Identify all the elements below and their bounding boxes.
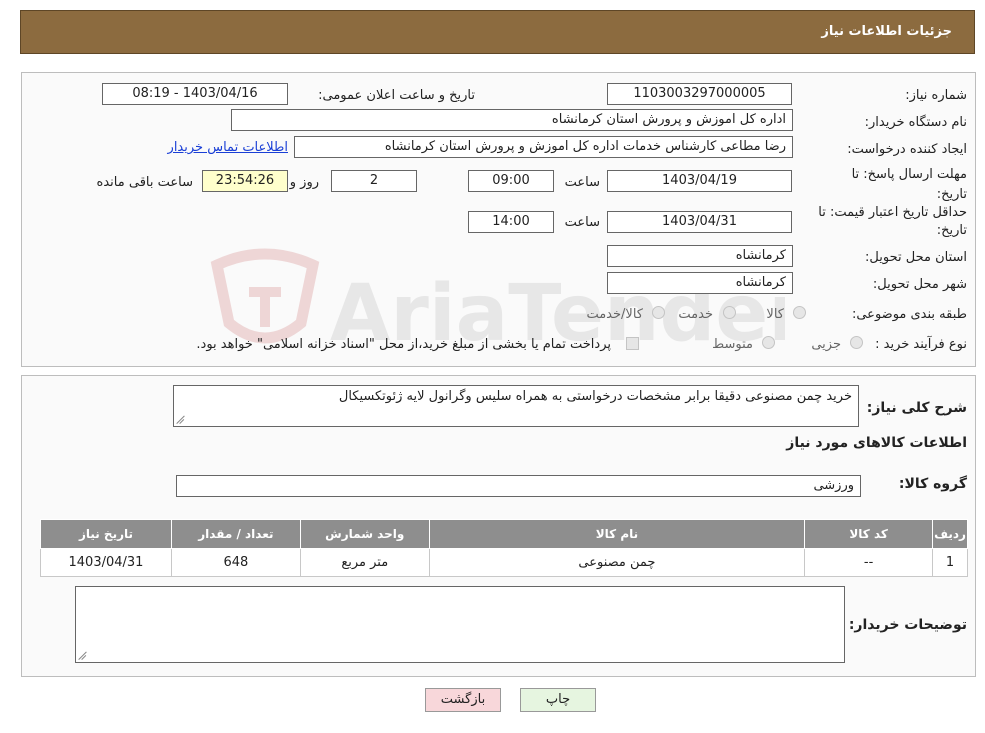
category-radio-goods[interactable] bbox=[793, 306, 806, 319]
need-number-label: شماره نیاز: bbox=[905, 88, 967, 103]
goods-group-field: ورزشی bbox=[176, 475, 861, 497]
table-row: 1 -- چمن مصنوعی متر مربع 648 1403/04/31 bbox=[40, 548, 968, 577]
announce-datetime-field: 1403/04/16 - 08:19 bbox=[102, 83, 288, 105]
treasury-payment-checkbox[interactable] bbox=[626, 337, 639, 350]
deadline-time-field: 09:00 bbox=[468, 170, 554, 192]
category-label: طبقه بندی موضوعی: bbox=[851, 307, 967, 322]
province-label: استان محل تحویل: bbox=[865, 250, 967, 265]
goods-group-label: گروه کالا: bbox=[898, 476, 967, 492]
cell-quantity: 648 bbox=[170, 548, 301, 577]
cell-unit: متر مربع bbox=[299, 548, 430, 577]
deadline-label: مهلت ارسال پاسخ: تا تاریخ: bbox=[851, 167, 967, 202]
col-code-header: کد کالا bbox=[804, 519, 934, 549]
page-header: جزئیات اطلاعات نیاز bbox=[20, 10, 975, 54]
goods-table: ردیف کد کالا نام کالا واحد شمارش تعداد /… bbox=[40, 519, 968, 577]
resize-handle-icon[interactable] bbox=[177, 415, 186, 424]
description-textarea[interactable]: خرید چمن مصنوعی دقیقا برابر مشخصات درخوا… bbox=[173, 385, 859, 427]
validity-date-field: 1403/04/31 bbox=[607, 211, 792, 233]
requester-label: ایجاد کننده درخواست: bbox=[847, 142, 967, 157]
city-label: شهر محل تحویل: bbox=[872, 277, 967, 292]
category-radio-goods-service[interactable] bbox=[652, 306, 665, 319]
treasury-payment-note: پرداخت تمام یا بخشی از مبلغ خرید،از محل … bbox=[196, 337, 611, 352]
back-button[interactable]: بازگشت bbox=[425, 688, 501, 712]
page-title: جزئیات اطلاعات نیاز bbox=[821, 24, 952, 39]
process-radio-medium[interactable] bbox=[762, 336, 775, 349]
process-type-label: نوع فرآیند خرید : bbox=[875, 337, 967, 352]
need-number-field: 1103003297000005 bbox=[607, 83, 792, 105]
resize-handle-icon[interactable] bbox=[79, 651, 88, 660]
goods-info-title: اطلاعات کالاهای مورد نیاز bbox=[786, 435, 967, 451]
buyer-org-label: نام دستگاه خریدار: bbox=[864, 115, 967, 130]
buyer-notes-label: توضیحات خریدار: bbox=[848, 617, 967, 633]
cell-row: 1 bbox=[932, 548, 968, 577]
goods-table-header: ردیف کد کالا نام کالا واحد شمارش تعداد /… bbox=[40, 519, 968, 549]
remaining-time-field: 23:54:26 bbox=[202, 170, 288, 192]
category-option-service: خدمت bbox=[678, 307, 713, 322]
buyer-contact-link[interactable]: اطلاعات تماس خریدار bbox=[168, 140, 288, 155]
col-name-header: نام کالا bbox=[428, 519, 806, 549]
province-field: کرمانشاه bbox=[607, 245, 793, 267]
description-text: خرید چمن مصنوعی دقیقا برابر مشخصات درخوا… bbox=[338, 389, 852, 404]
validity-time-label: ساعت bbox=[564, 215, 600, 230]
col-row-header: ردیف bbox=[932, 519, 968, 549]
days-field: 2 bbox=[331, 170, 417, 192]
category-radio-service[interactable] bbox=[723, 306, 736, 319]
remaining-label: ساعت باقی مانده bbox=[96, 175, 193, 190]
category-option-goods: کالا bbox=[766, 307, 784, 322]
process-radio-minor[interactable] bbox=[850, 336, 863, 349]
category-option-goods-service: کالا/خدمت bbox=[586, 307, 643, 322]
announce-datetime-label: تاریخ و ساعت اعلان عمومی: bbox=[318, 88, 475, 103]
requester-field: رضا مطاعی کارشناس خدمات اداره کل اموزش و… bbox=[294, 136, 793, 158]
days-label: روز و bbox=[289, 175, 319, 190]
col-date-header: تاریخ نیاز bbox=[40, 519, 172, 549]
cell-name: چمن مصنوعی bbox=[428, 548, 806, 577]
col-unit-header: واحد شمارش bbox=[299, 519, 430, 549]
cell-code: -- bbox=[804, 548, 934, 577]
buyer-notes-textarea[interactable] bbox=[75, 586, 845, 663]
col-quantity-header: تعداد / مقدار bbox=[170, 519, 301, 549]
deadline-time-label: ساعت bbox=[564, 175, 600, 190]
validity-time-field: 14:00 bbox=[468, 211, 554, 233]
description-label: شرح کلی نیاز: bbox=[866, 400, 967, 416]
buyer-org-field: اداره کل اموزش و پرورش استان کرمانشاه bbox=[231, 109, 793, 131]
city-field: کرمانشاه bbox=[607, 272, 793, 294]
process-option-minor: جزیی bbox=[811, 337, 841, 352]
validity-label: حداقل تاریخ اعتبار قیمت: تا تاریخ: bbox=[818, 205, 967, 238]
process-option-medium: متوسط bbox=[712, 337, 753, 352]
print-button[interactable]: چاپ bbox=[520, 688, 596, 712]
deadline-date-field: 1403/04/19 bbox=[607, 170, 792, 192]
cell-date: 1403/04/31 bbox=[40, 548, 172, 577]
